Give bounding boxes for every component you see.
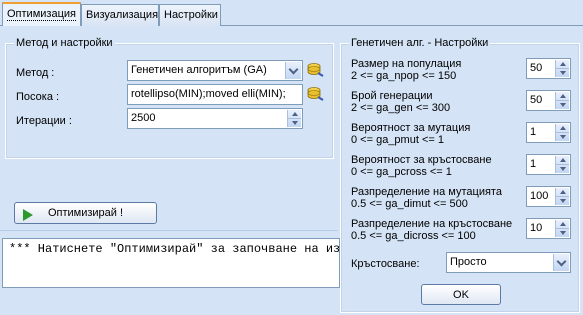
direction-input-value: rotellipso(MIN);moved elli(MIN); [131, 88, 286, 100]
chevron-down-icon[interactable] [285, 62, 301, 79]
tab-optimization[interactable]: Оптимизация [2, 2, 81, 27]
play-icon [23, 209, 33, 221]
direction-label: Посока : [16, 91, 60, 103]
npop-spinner[interactable]: 50 [526, 58, 571, 79]
param-range-pmut: 0 <= ga_pmut <= 1 [351, 134, 444, 146]
dicross-spinner[interactable]: 10 [526, 218, 571, 239]
spinner-buttons[interactable] [555, 156, 569, 173]
spinner-buttons[interactable] [555, 92, 569, 109]
spinner-buttons[interactable] [287, 110, 301, 127]
pcross-value: 1 [530, 158, 537, 170]
npop-value: 50 [530, 62, 543, 74]
dimut-value: 100 [530, 190, 549, 202]
spinner-buttons[interactable] [555, 124, 569, 141]
param-range-dimut: 0.5 <= ga_dimut <= 500 [351, 198, 468, 210]
param-range-npop: 2 <= ga_npop <= 150 [351, 70, 457, 82]
spin-up-icon[interactable] [556, 60, 569, 69]
tab-visualization[interactable]: Визуализация [81, 4, 159, 26]
spin-up-icon[interactable] [556, 124, 569, 133]
spin-down-icon[interactable] [556, 229, 569, 238]
spinner-buttons[interactable] [555, 188, 569, 205]
spin-down-icon[interactable] [556, 101, 569, 110]
iterations-value: 2500 [131, 112, 156, 124]
method-select-value: Генетичен алгоритъм (GA) [131, 64, 267, 76]
spin-down-icon[interactable] [556, 197, 569, 206]
param-range-gen: 2 <= ga_gen <= 300 [351, 102, 451, 114]
gen-spinner[interactable]: 50 [526, 90, 571, 111]
output-console[interactable]: *** Натиснете "Оптимизирай" за започване… [2, 238, 340, 288]
ga-settings-title: Генетичен алг. - Настройки [349, 36, 491, 50]
iterations-label: Итерации : [16, 115, 72, 127]
param-range-dicross: 0.5 <= ga_dicross <= 100 [351, 230, 476, 242]
ok-button[interactable]: OK [421, 284, 501, 305]
spin-down-icon[interactable] [556, 69, 569, 78]
spin-down-icon[interactable] [556, 133, 569, 142]
pmut-value: 1 [530, 126, 537, 138]
method-select[interactable]: Генетичен алгоритъм (GA) [127, 60, 303, 81]
crossover-label: Кръстосване: [351, 258, 420, 270]
output-text: *** Натиснете "Оптимизирай" за започване… [9, 242, 340, 256]
pcross-spinner[interactable]: 1 [526, 154, 571, 175]
spin-down-icon[interactable] [288, 119, 301, 128]
tab-settings-label: Настройки [164, 9, 218, 21]
spin-up-icon[interactable] [288, 110, 301, 119]
ga-settings-group: Генетичен алг. - Настройки Размер на поп… [340, 36, 580, 313]
optimize-button[interactable]: Оптимизирай ! [14, 202, 157, 224]
optimize-button-label: Оптимизирай ! [47, 207, 124, 219]
tab-strip: Оптимизация Визуализация Настройки [0, 0, 583, 27]
ok-button-label: OK [453, 288, 469, 301]
database-icon[interactable] [307, 86, 325, 102]
gen-value: 50 [530, 94, 543, 106]
spin-up-icon[interactable] [556, 92, 569, 101]
chevron-down-icon[interactable] [553, 254, 569, 271]
method-label: Метод : [16, 67, 55, 79]
method-settings-group: Метод и настройки Метод : Генетичен алго… [5, 36, 334, 159]
tab-settings[interactable]: Настройки [159, 4, 221, 26]
optimization-pane: Метод и настройки Метод : Генетичен алго… [0, 26, 583, 315]
divider [0, 230, 338, 231]
crossover-select[interactable]: Просто [446, 252, 571, 273]
dimut-spinner[interactable]: 100 [526, 186, 571, 207]
tab-optimization-label: Оптимизация [7, 8, 76, 21]
dicross-value: 10 [530, 222, 543, 234]
spin-down-icon[interactable] [556, 165, 569, 174]
param-range-pcross: 0 <= ga_pcross <= 1 [351, 166, 452, 178]
spinner-buttons[interactable] [555, 60, 569, 77]
spin-up-icon[interactable] [556, 220, 569, 229]
tab-visualization-label: Визуализация [86, 9, 159, 21]
spin-up-icon[interactable] [556, 188, 569, 197]
spin-up-icon[interactable] [556, 156, 569, 165]
direction-input[interactable]: rotellipso(MIN);moved elli(MIN); [127, 84, 303, 105]
spinner-buttons[interactable] [555, 220, 569, 237]
pmut-spinner[interactable]: 1 [526, 122, 571, 143]
database-icon[interactable] [307, 62, 325, 78]
method-settings-title: Метод и настройки [14, 36, 115, 50]
iterations-spinner[interactable]: 2500 [127, 108, 303, 129]
crossover-select-value: Просто [450, 256, 487, 268]
